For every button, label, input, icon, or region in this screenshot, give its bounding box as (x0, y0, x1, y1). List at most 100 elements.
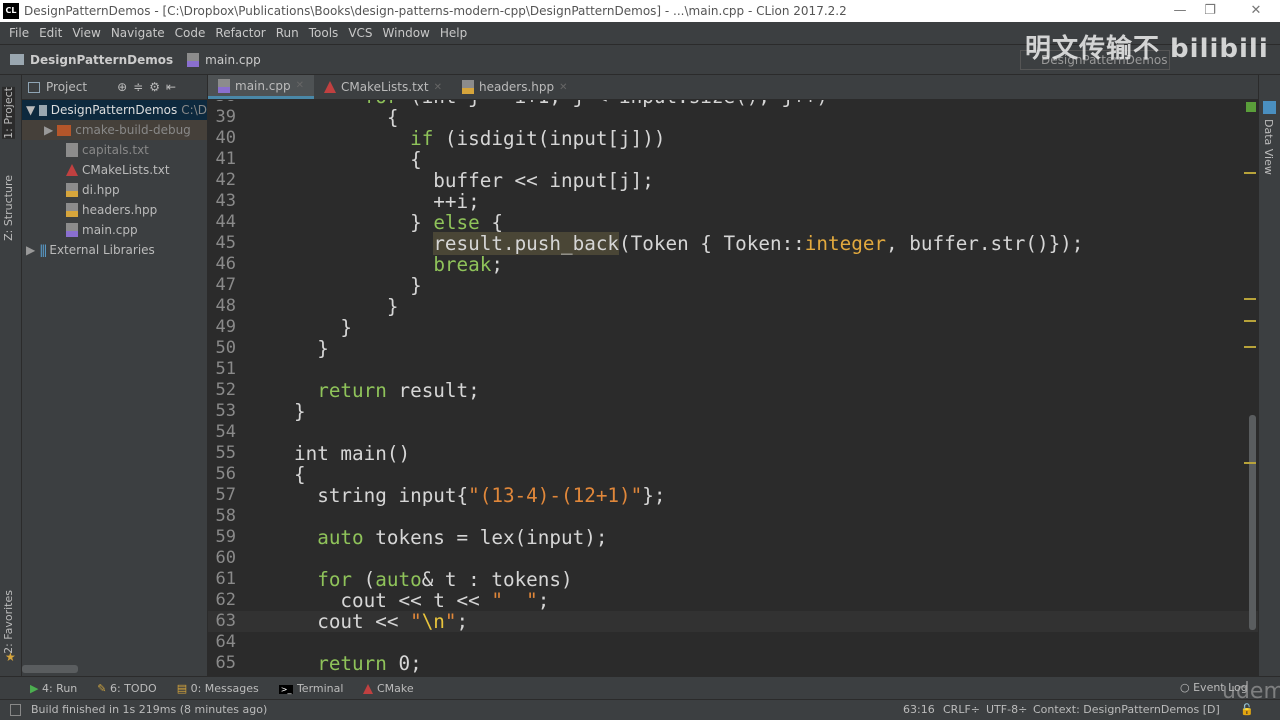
menu-edit[interactable]: Edit (34, 26, 67, 40)
cmake-tool-button[interactable]: CMake (363, 682, 414, 695)
favorites-tool-tab[interactable]: 2: Favorites (2, 590, 15, 654)
line-number[interactable]: 39 (208, 107, 236, 128)
code-line[interactable]: 60 (208, 548, 1258, 569)
close-tab-icon[interactable]: ✕ (296, 80, 304, 91)
tool-windows-toggle-icon[interactable] (10, 704, 21, 716)
line-number[interactable]: 57 (208, 485, 236, 506)
line-number[interactable]: 52 (208, 380, 236, 401)
menu-view[interactable]: View (67, 26, 105, 40)
line-number[interactable]: 45 (208, 233, 236, 254)
error-stripe-mark[interactable] (1244, 346, 1256, 348)
code-line[interactable]: 45 result.push_back(Token { Token::integ… (208, 232, 1258, 255)
code-line[interactable]: 56 { (208, 464, 1258, 485)
menu-window[interactable]: Window (378, 26, 435, 40)
line-number[interactable]: 53 (208, 401, 236, 422)
line-number[interactable]: 40 (208, 128, 236, 149)
code-line[interactable]: 46 break; (208, 254, 1258, 275)
code-line[interactable]: 49 } (208, 317, 1258, 338)
code-line[interactable]: 59 auto tokens = lex(input); (208, 527, 1258, 548)
menu-vcs[interactable]: VCS (343, 26, 377, 40)
code-line[interactable]: 64 (208, 632, 1258, 653)
lock-icon[interactable]: 🔓 (1240, 700, 1254, 720)
editor-vertical-scrollbar[interactable] (1249, 415, 1256, 630)
project-tool-tab[interactable]: 1: Project (2, 87, 15, 139)
code-line[interactable]: 47 } (208, 275, 1258, 296)
file-encoding[interactable]: UTF-8÷ (986, 700, 1027, 720)
line-number[interactable]: 56 (208, 464, 236, 485)
menu-run[interactable]: Run (271, 26, 304, 40)
code-line[interactable]: 58 (208, 506, 1258, 527)
line-number[interactable]: 64 (208, 632, 236, 653)
status-message[interactable]: Build finished in 1s 219ms (8 minutes ag… (31, 700, 267, 720)
breadcrumb-file[interactable]: main.cpp (205, 53, 261, 67)
project-panel-title[interactable]: Project (46, 80, 87, 94)
code-line[interactable]: 63 cout << "\n"; (208, 611, 1258, 632)
code-line[interactable]: 41 { (208, 149, 1258, 170)
data-view-tool-tab[interactable]: Data View (1262, 119, 1275, 175)
code-line[interactable]: 62 cout << t << " "; (208, 590, 1258, 611)
line-number[interactable]: 63 (208, 611, 236, 632)
line-number[interactable]: 59 (208, 527, 236, 548)
code-line[interactable]: 61 for (auto& t : tokens) (208, 569, 1258, 590)
tree-item-di[interactable]: di.hpp (22, 180, 207, 200)
hide-panel-icon[interactable]: ⇤ (166, 80, 176, 94)
menu-help[interactable]: Help (435, 26, 472, 40)
menu-code[interactable]: Code (170, 26, 211, 40)
code-line[interactable]: 55 int main() (208, 443, 1258, 464)
settings-gear-icon[interactable]: ⚙ (149, 80, 160, 94)
code-line[interactable]: 65 return 0; (208, 653, 1258, 674)
code-line[interactable]: 40 if (isdigit(input[j])) (208, 128, 1258, 149)
line-number[interactable]: 42 (208, 170, 236, 191)
line-number[interactable]: 51 (208, 359, 236, 380)
code-line[interactable]: 57 string input{"(13-4)-(12+1)"}; (208, 485, 1258, 506)
menu-navigate[interactable]: Navigate (106, 26, 170, 40)
context-selector[interactable]: Context: DesignPatternDemos [D] (1033, 700, 1220, 720)
close-button[interactable]: ✕ (1236, 0, 1276, 22)
line-number[interactable]: 38 (208, 100, 236, 107)
code-line[interactable]: 42 buffer << input[j]; (208, 170, 1258, 191)
line-number[interactable]: 60 (208, 548, 236, 569)
menu-file[interactable]: File (4, 26, 34, 40)
close-tab-icon[interactable]: ✕ (559, 82, 567, 93)
code-line[interactable]: 53} (208, 401, 1258, 422)
tab-headers-hpp[interactable]: headers.hpp ✕ (452, 75, 578, 99)
line-number[interactable]: 65 (208, 653, 236, 674)
line-number[interactable]: 48 (208, 296, 236, 317)
code-line[interactable]: 44 } else { (208, 212, 1258, 233)
tree-item-capitals[interactable]: capitals.txt (22, 140, 207, 160)
error-stripe-mark[interactable] (1244, 172, 1256, 174)
breadcrumb-project[interactable]: DesignPatternDemos (30, 53, 173, 67)
code-editor[interactable]: 38 for (int j = i+1; j < input.size(); j… (208, 100, 1258, 676)
maximize-button[interactable]: ❐ (1190, 0, 1230, 22)
error-stripe-mark[interactable] (1244, 298, 1256, 300)
messages-tool-button[interactable]: ▤ 0: Messages (177, 682, 259, 695)
collapse-all-icon[interactable]: ≑ (133, 80, 143, 94)
line-number[interactable]: 46 (208, 254, 236, 275)
todo-tool-button[interactable]: ✎ 6: TODO (97, 682, 156, 695)
line-number[interactable]: 47 (208, 275, 236, 296)
code-line[interactable]: 51 (208, 359, 1258, 380)
error-stripe-mark[interactable] (1244, 462, 1256, 464)
tab-cmakelists[interactable]: CMakeLists.txt ✕ (314, 75, 452, 99)
line-number[interactable]: 61 (208, 569, 236, 590)
line-number[interactable]: 54 (208, 422, 236, 443)
expand-arrow-icon[interactable]: ▼ (26, 100, 35, 120)
run-tool-button[interactable]: ▶ 4: Run (30, 682, 77, 695)
tree-item-cmake-build-debug[interactable]: ▶ cmake-build-debug (22, 120, 207, 140)
collapse-arrow-icon[interactable]: ▶ (26, 240, 35, 260)
tree-item-external-libraries[interactable]: ▶ ||| External Libraries (22, 240, 207, 260)
code-line[interactable]: 54 (208, 422, 1258, 443)
menu-refactor[interactable]: Refactor (210, 26, 270, 40)
caret-position[interactable]: 63:16 (903, 700, 935, 720)
tree-root[interactable]: ▼ DesignPatternDemos C:\D (22, 100, 207, 120)
menu-tools[interactable]: Tools (304, 26, 344, 40)
error-stripe-mark[interactable] (1244, 320, 1256, 322)
structure-tool-tab[interactable]: Z: Structure (2, 175, 15, 241)
inspection-status-icon[interactable] (1246, 102, 1256, 112)
line-number[interactable]: 49 (208, 317, 236, 338)
collapse-arrow-icon[interactable]: ▶ (44, 120, 53, 140)
tree-item-headers[interactable]: headers.hpp (22, 200, 207, 220)
code-line[interactable]: 48 } (208, 296, 1258, 317)
code-line[interactable]: 43 ++i; (208, 191, 1258, 212)
line-number[interactable]: 55 (208, 443, 236, 464)
